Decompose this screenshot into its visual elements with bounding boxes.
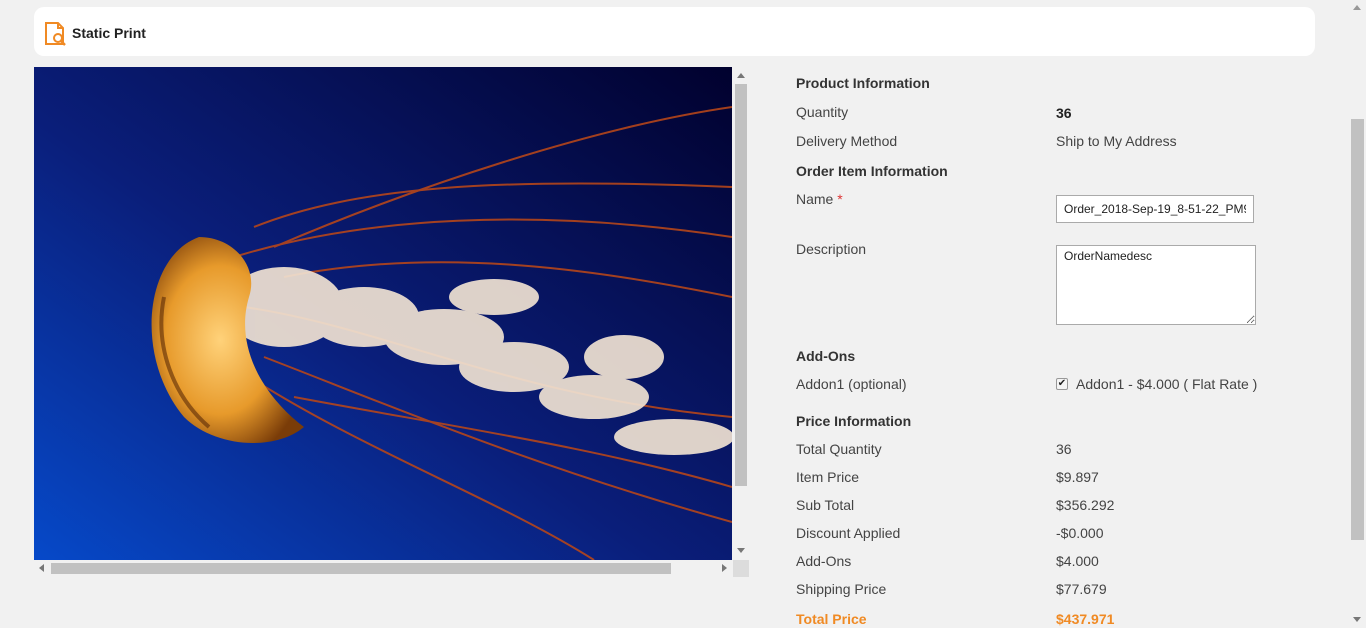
section-heading-order-item: Order Item Information [796, 163, 948, 179]
total-price-label: Total Price [796, 611, 867, 627]
price-row-value: $4.000 [1056, 553, 1099, 569]
price-row-label: Sub Total [796, 497, 855, 513]
price-row-label: Discount Applied [796, 525, 901, 541]
page-vertical-scrollbar[interactable] [1349, 0, 1366, 628]
addon-option-label[interactable]: Addon1 - $4.000 ( Flat Rate ) [1076, 376, 1257, 392]
scroll-left-arrow-icon[interactable] [39, 564, 44, 572]
scroll-down-arrow-icon[interactable] [1353, 617, 1361, 622]
total-price-value: $437.971 [1056, 611, 1115, 627]
name-label-text: Name [796, 191, 834, 207]
quantity-label: Quantity [796, 104, 849, 120]
order-details-panel: Product Information Quantity 36 Delivery… [796, 0, 1336, 628]
scroll-thumb[interactable] [735, 84, 747, 486]
quantity-value: 36 [1056, 105, 1072, 121]
delivery-method-value: Ship to My Address [1056, 133, 1177, 149]
preview-horizontal-scrollbar[interactable] [34, 560, 733, 577]
scroll-thumb[interactable] [1351, 119, 1364, 540]
scrollbar-corner [733, 560, 749, 577]
section-heading-product-info: Product Information [796, 75, 930, 91]
price-row-value: $356.292 [1056, 497, 1115, 513]
section-heading-price-info: Price Information [796, 413, 912, 429]
preview-vertical-scrollbar[interactable] [733, 67, 749, 577]
price-row-value: $9.897 [1056, 469, 1099, 485]
description-textarea[interactable]: OrderNamedesc [1056, 245, 1256, 325]
delivery-method-label: Delivery Method [796, 133, 898, 149]
section-heading-addons: Add-Ons [796, 348, 856, 364]
page-title: Static Print [72, 25, 146, 41]
price-row-label: Shipping Price [796, 581, 887, 597]
price-row-label: Total Quantity [796, 441, 882, 457]
addon-checkbox[interactable]: ✔ [1056, 378, 1068, 390]
name-label: Name * [796, 191, 843, 207]
document-search-icon [43, 21, 69, 47]
addon-label: Addon1 (optional) [796, 376, 907, 392]
price-row-value: -$0.000 [1056, 525, 1104, 541]
price-row-label: Add-Ons [796, 553, 852, 569]
scroll-thumb[interactable] [51, 563, 671, 574]
price-row-value: $77.679 [1056, 581, 1107, 597]
price-row-label: Item Price [796, 469, 860, 485]
product-preview-image [34, 67, 732, 560]
order-name-input[interactable] [1056, 195, 1254, 223]
scroll-down-arrow-icon[interactable] [737, 548, 745, 553]
description-label: Description [796, 241, 867, 257]
required-mark: * [837, 191, 843, 207]
scroll-right-arrow-icon[interactable] [722, 564, 727, 572]
scroll-up-arrow-icon[interactable] [1353, 5, 1361, 10]
scroll-up-arrow-icon[interactable] [737, 73, 745, 78]
price-row-value: 36 [1056, 441, 1072, 457]
